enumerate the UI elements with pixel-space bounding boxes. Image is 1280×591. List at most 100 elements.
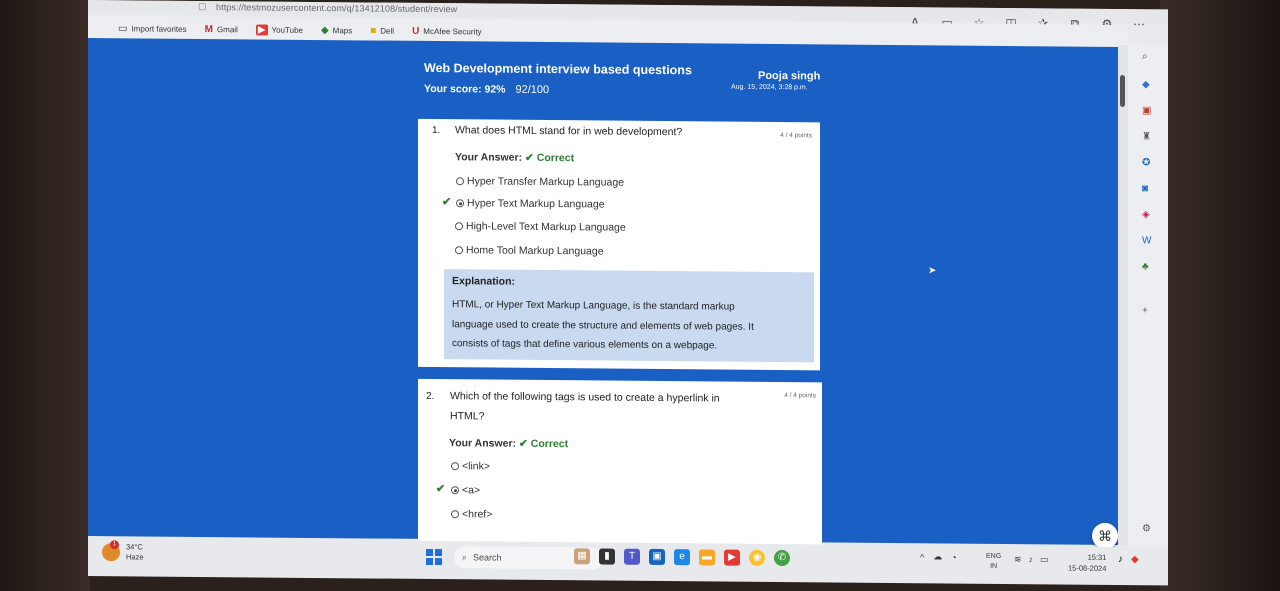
answer-option: <href> bbox=[451, 508, 493, 521]
question-text-line: HTML? bbox=[450, 410, 485, 423]
weather-widget[interactable]: 1 34°C Haze bbox=[102, 540, 144, 562]
scrollbar-thumb[interactable] bbox=[1120, 75, 1125, 108]
option-label: Hyper Text Markup Language bbox=[467, 197, 605, 211]
tools-icon[interactable]: ♜ bbox=[1142, 131, 1151, 142]
option-label: Home Tool Markup Language bbox=[466, 244, 604, 258]
submission-date: Aug. 15, 2024, 3:28 p.m. bbox=[731, 83, 808, 92]
assistant-icon: ⌘ bbox=[1098, 527, 1112, 544]
screen: ▢ https://testmozusercontent.com/q/13412… bbox=[88, 0, 1168, 586]
your-answer-label: Your Answer: bbox=[455, 151, 523, 164]
chrome-icon[interactable]: ◉ bbox=[749, 549, 765, 566]
copilot-taskbar-icon[interactable]: ◆ bbox=[1131, 554, 1139, 565]
more-icon[interactable]: ⋯ bbox=[1130, 17, 1148, 32]
question-number: 2. bbox=[426, 390, 435, 403]
question-number: 1. bbox=[432, 125, 441, 137]
fav-mcafee[interactable]: U McAfee Security bbox=[412, 25, 481, 37]
fav-gmail[interactable]: M Gmail bbox=[205, 24, 238, 35]
selected-check-icon: ✔ bbox=[436, 483, 446, 496]
explanation-box: Explanation: HTML, or Hyper Text Markup … bbox=[444, 269, 814, 363]
mcafee-icon: U bbox=[412, 25, 420, 37]
score-label: Your score: 92% bbox=[424, 82, 506, 96]
start-button-icon[interactable] bbox=[426, 548, 442, 566]
youtube-app-icon[interactable]: ▶ bbox=[724, 549, 740, 566]
explanation-line: consists of tags that define various ele… bbox=[452, 338, 718, 352]
fav-maps[interactable]: ◆ Maps bbox=[321, 25, 352, 36]
answer-option-selected: <a> bbox=[451, 484, 480, 496]
taskbar: 1 34°C Haze ⌕ Search ▦ ▮ T ▣ e ▬ ▶ ◉ ✆ ^… bbox=[88, 538, 1168, 584]
question-card-1: 1. What does HTML stand for in web devel… bbox=[418, 118, 820, 371]
games-icon[interactable]: ✪ bbox=[1142, 157, 1150, 168]
clock-date: 15-08-2024 bbox=[1068, 563, 1107, 573]
quick-settings[interactable]: ≋ ♪ ▭ bbox=[1014, 554, 1049, 565]
widgets-icon[interactable]: ▦ bbox=[574, 548, 590, 565]
scrollbar[interactable] bbox=[1118, 44, 1128, 546]
selected-check-icon: ✔ bbox=[442, 196, 452, 209]
lang-code: ENG bbox=[986, 552, 1002, 560]
fav-label: Dell bbox=[380, 26, 395, 36]
tree-icon[interactable]: ♣ bbox=[1142, 261, 1149, 272]
mouse-cursor-icon: ➤ bbox=[928, 265, 937, 277]
settings-icon[interactable]: ⚙ bbox=[1142, 523, 1151, 534]
weather-icon: 1 bbox=[102, 540, 120, 562]
edge-sidebar: ⌕ ◆ ▣ ♜ ✪ ◙ ◈ W ♣ + ⚙ bbox=[1128, 45, 1168, 546]
option-label: <a> bbox=[462, 484, 481, 497]
assistant-fab-button[interactable]: ⌘ bbox=[1092, 522, 1118, 549]
volume-icon: ♪ bbox=[1028, 554, 1034, 565]
radio-selected-icon bbox=[456, 199, 464, 208]
edge-icon[interactable]: e bbox=[674, 549, 690, 566]
taskbar-apps: ▦ ▮ T ▣ e ▬ ▶ ◉ ✆ bbox=[574, 548, 790, 567]
your-answer: Your Answer: ✔ Correct bbox=[455, 151, 574, 164]
tray-app-icon[interactable]: ◔ bbox=[951, 552, 956, 562]
shopping-icon[interactable]: ▣ bbox=[1142, 105, 1151, 116]
word-icon[interactable]: W bbox=[1142, 235, 1151, 246]
wifi-icon: ≋ bbox=[1014, 554, 1022, 565]
search-label: Search bbox=[473, 552, 502, 563]
option-label: <href> bbox=[462, 508, 493, 521]
score-fraction: 92/100 bbox=[515, 83, 550, 97]
explanation-title: Explanation: bbox=[452, 275, 516, 288]
store-icon[interactable]: ▣ bbox=[649, 548, 665, 566]
photo-edge-right bbox=[1160, 0, 1280, 591]
fav-dell[interactable]: ■ Dell bbox=[370, 25, 394, 36]
task-view-icon[interactable]: ▮ bbox=[599, 548, 615, 565]
result-label: Correct bbox=[536, 151, 575, 165]
outlook-icon[interactable]: ◙ bbox=[1142, 183, 1148, 194]
radio-icon bbox=[455, 246, 463, 255]
your-answer: Your Answer: ✔ Correct bbox=[449, 437, 568, 450]
explanation-text: HTML, or Hyper Text Markup Language, is … bbox=[452, 295, 806, 357]
weather-badge: 1 bbox=[110, 540, 119, 550]
cloud-icon[interactable]: ☁ bbox=[933, 551, 942, 562]
search-icon: ⌕ bbox=[462, 551, 468, 562]
url-text[interactable]: https://testmozusercontent.com/q/1341210… bbox=[216, 2, 457, 14]
option-label: <link> bbox=[462, 460, 491, 473]
photo-edge-left bbox=[0, 0, 90, 591]
copilot-icon[interactable]: ◈ bbox=[1142, 209, 1150, 220]
fav-import[interactable]: ▭ Import favorites bbox=[118, 23, 187, 35]
whatsapp-icon[interactable]: ✆ bbox=[774, 549, 790, 567]
radio-icon bbox=[455, 222, 463, 231]
folder-icon: ■ bbox=[370, 24, 377, 37]
student-name: Pooja singh bbox=[758, 69, 821, 83]
notification-bell-icon[interactable]: ♪ bbox=[1118, 554, 1123, 565]
answer-option: Hyper Transfer Markup Language bbox=[456, 175, 624, 189]
question-points: 4 / 4 points bbox=[780, 132, 812, 140]
file-explorer-icon[interactable]: ▬ bbox=[699, 549, 715, 566]
clock[interactable]: 15:31 15-08-2024 bbox=[1068, 552, 1106, 574]
fav-label: Import favorites bbox=[131, 23, 187, 34]
teams-icon[interactable]: T bbox=[624, 548, 640, 565]
answer-option: High-Level Text Markup Language bbox=[455, 220, 626, 234]
answer-option: Home Tool Markup Language bbox=[455, 244, 604, 257]
add-icon[interactable]: + bbox=[1142, 305, 1148, 316]
search-icon[interactable]: ⌕ bbox=[1142, 51, 1148, 62]
fav-youtube[interactable]: ▶ YouTube bbox=[255, 23, 303, 36]
youtube-icon: ▶ bbox=[255, 23, 268, 36]
option-label: High-Level Text Markup Language bbox=[466, 220, 626, 234]
result-label: Correct bbox=[530, 437, 569, 451]
language-indicator[interactable]: ENG IN bbox=[986, 552, 1001, 572]
lang-region: IN bbox=[990, 562, 998, 570]
answer-option: <link> bbox=[451, 460, 491, 473]
chevron-up-icon[interactable]: ^ bbox=[920, 552, 924, 562]
your-answer-label: Your Answer: bbox=[449, 437, 517, 450]
tag-icon[interactable]: ◆ bbox=[1142, 79, 1150, 90]
tray-extra: ♪ ◆ bbox=[1118, 554, 1139, 565]
